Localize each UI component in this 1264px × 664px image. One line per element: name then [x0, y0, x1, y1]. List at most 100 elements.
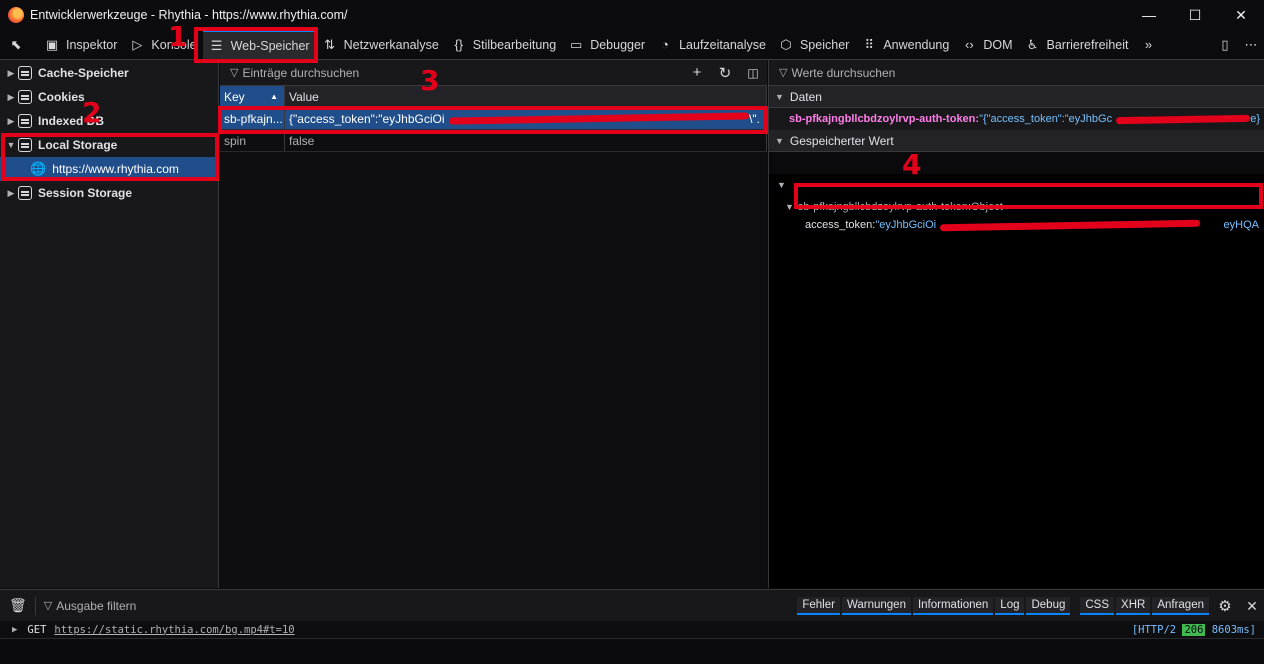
close-split-console-icon[interactable]: ✕	[1240, 598, 1264, 615]
tab-speicher[interactable]: ⬡ Speicher	[772, 30, 855, 60]
tab-debugger[interactable]: ▭ Debugger	[562, 30, 651, 60]
sort-ascending-icon: ▲	[270, 92, 278, 101]
annotation-number-2: 2	[82, 96, 102, 129]
tab-inspektor[interactable]: ▣ Inspektor	[38, 30, 123, 60]
toggle-sidebar-button[interactable]: ◫	[739, 66, 767, 80]
element-picker-button[interactable]: ⬉	[0, 30, 38, 60]
redaction-scribble	[940, 219, 1201, 231]
debugger-icon: ▭	[570, 36, 583, 52]
database-icon	[18, 114, 32, 128]
double-chevron-right-icon: »	[1144, 37, 1153, 52]
pick-element-icon: ⬉	[10, 36, 22, 52]
console-icon: ▷	[132, 36, 143, 52]
tab-barrierefreiheit[interactable]: ♿ Barrierefreiheit	[1019, 30, 1135, 60]
data-section-header[interactable]: ▼ Daten	[769, 86, 1264, 108]
request-url-link[interactable]: https://static.rhythia.com/bg.mp4#t=10	[54, 624, 294, 636]
firefox-logo-icon	[8, 7, 24, 23]
style-editor-icon: {}	[454, 37, 464, 52]
filter-css-button[interactable]: CSS	[1080, 597, 1115, 615]
maximize-button[interactable]: ☐	[1172, 0, 1218, 30]
table-header: Key ▲ Value	[220, 86, 767, 108]
redaction-scribble	[1116, 114, 1251, 124]
tab-laufzeitanalyse[interactable]: ◔ Laufzeitanalyse	[651, 30, 772, 60]
dom-icon: ‹›	[965, 37, 974, 52]
filter-anfragen-button[interactable]: Anfragen	[1152, 597, 1209, 615]
request-method: GET	[27, 623, 47, 636]
toolbar-separator	[34, 596, 36, 615]
filter-xhr-button[interactable]: XHR	[1116, 597, 1151, 615]
database-icon	[18, 186, 32, 200]
responsive-design-button[interactable]: ▯	[1212, 30, 1238, 60]
values-search-input[interactable]: Werte durchsuchen	[791, 66, 895, 80]
network-icon: ⇅	[324, 36, 336, 52]
filter-debug-button[interactable]: Debug	[1026, 597, 1071, 615]
close-window-button[interactable]: ✕	[1218, 0, 1264, 30]
tree-item-cache-speicher[interactable]: ▶ Cache-Speicher	[0, 61, 218, 85]
annotation-box-4	[794, 183, 1263, 209]
column-header-value[interactable]: Value	[285, 86, 767, 107]
request-meta: [HTTP/2 206 8603ms]	[1131, 623, 1256, 636]
console-log-entry[interactable]: ▶ GET https://static.rhythia.com/bg.mp4#…	[0, 621, 1264, 639]
column-header-key[interactable]: Key ▲	[220, 86, 285, 107]
filter-fehler-button[interactable]: Fehler	[797, 597, 840, 615]
stored-value-section-header[interactable]: ▼ Gespeicherter Wert	[769, 130, 1264, 152]
stored-value-tree: ▼ ▼ sb-pfkajngbllcbdzoylrvp-auth-token:Ob…	[769, 174, 1264, 588]
window-title: Entwicklerwerkzeuge - Rhythia - https://…	[30, 8, 348, 22]
tree-item-session-storage[interactable]: ▶ Session Storage	[0, 181, 218, 205]
database-icon	[18, 90, 32, 104]
minimize-button[interactable]: —	[1126, 0, 1172, 30]
responsive-icon: ▯	[1221, 37, 1229, 52]
chevron-down-icon: ▼	[775, 135, 784, 146]
chevron-right-icon[interactable]: ▶	[4, 92, 18, 103]
tab-anwendung[interactable]: ⠿ Anwendung	[855, 30, 955, 60]
chevron-right-icon[interactable]: ▶	[4, 68, 18, 79]
devtools-tabbar: ⬉ ▣ Inspektor ▷ Konsole ☰ Web-Speicher ⇅ Net…	[0, 29, 1264, 60]
data-entry[interactable]: sb-pfkajngbllcbdzoylrvp-auth-token: "{"a…	[769, 108, 1264, 130]
annotation-box-3	[218, 106, 768, 134]
console-input[interactable]	[0, 640, 1264, 664]
accessibility-icon: ♿	[1026, 36, 1039, 52]
console-settings-gear-icon[interactable]: ⚙	[1210, 597, 1240, 615]
toolbox-controls: ▯ ⋯	[1212, 30, 1264, 60]
filter-log-button[interactable]: Log	[995, 597, 1025, 615]
annotation-box-1	[194, 27, 318, 63]
annotation-box-2	[1, 133, 219, 181]
tab-netzwerkanalyse[interactable]: ⇅ Netzwerkanalyse	[316, 30, 445, 60]
application-icon: ⠿	[864, 36, 875, 52]
filter-icon: ▽	[230, 67, 239, 79]
filter-icon: ▽	[779, 67, 788, 79]
filter-informationen-button[interactable]: Informationen	[912, 597, 994, 615]
chevron-right-icon[interactable]: ▶	[12, 625, 17, 635]
console-filter-input[interactable]: Ausgabe filtern	[56, 599, 136, 613]
filter-warnungen-button[interactable]: Warnungen	[841, 597, 911, 615]
tab-dom[interactable]: ‹› DOM	[955, 30, 1018, 60]
tab-stilbearbeitung[interactable]: {} Stilbearbeitung	[445, 30, 562, 60]
status-badge: 206	[1182, 623, 1206, 636]
performance-icon: ◔	[661, 37, 670, 52]
refresh-button[interactable]: ↻	[711, 64, 739, 82]
details-filter-bar: ▽ Werte durchsuchen	[769, 60, 1264, 86]
annotation-number-4: 4	[902, 148, 922, 181]
filter-icon: ▽	[43, 600, 53, 612]
details-panel: ▽ Werte durchsuchen ▼ Daten sb-pfkajngbll…	[768, 60, 1264, 588]
console-filter-buttons: Fehler Warnungen Informationen Log Debug…	[796, 590, 1264, 622]
tab-konsole[interactable]: ▷ Konsole	[123, 30, 202, 60]
toolbox-menu-button[interactable]: ⋯	[1238, 30, 1264, 60]
chevron-down-icon: ▼	[785, 202, 794, 212]
annotation-number-3: 3	[420, 64, 440, 97]
storage-table-panel: ▽ Einträge durchsuchen + ↻ ◫ Key ▲ Value …	[220, 60, 767, 588]
window-titlebar: Entwicklerwerkzeuge - Rhythia - https://…	[0, 0, 1264, 30]
chevron-right-icon[interactable]: ▶	[4, 116, 18, 127]
inspector-icon: ▣	[45, 36, 59, 52]
access-token-node[interactable]: access_token: "eyJhbGciOi eyHQA	[769, 216, 1264, 234]
database-icon	[18, 66, 32, 80]
chevron-down-icon: ▼	[775, 91, 784, 102]
add-item-button[interactable]: +	[683, 64, 711, 81]
table-search-input[interactable]: Einträge durchsuchen	[242, 66, 359, 80]
console-toolbar: 🗑 ▽ Ausgabe filtern Fehler Warnungen Inf…	[0, 589, 1264, 621]
tree-item-indexed-db[interactable]: ▶ Indexed DB	[0, 109, 218, 133]
chevron-right-icon[interactable]: ▶	[4, 188, 18, 199]
tree-item-cookies[interactable]: ▶ Cookies	[0, 85, 218, 109]
clear-console-trash-icon[interactable]: 🗑	[9, 597, 27, 614]
more-tabs-button[interactable]: »	[1135, 30, 1169, 60]
